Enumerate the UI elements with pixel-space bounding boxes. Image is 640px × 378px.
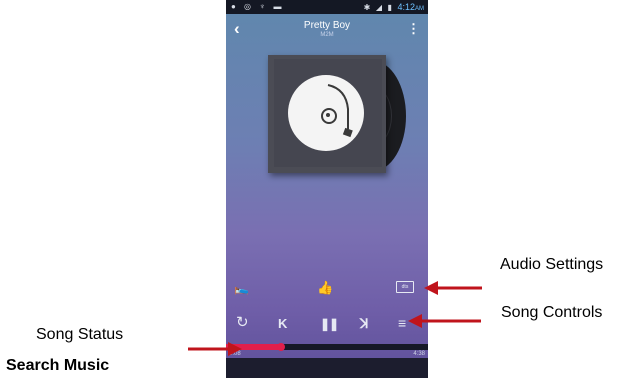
arrow-audio-settings: [424, 281, 482, 295]
phone-screen: ● ◎ ♆ ▬ ✱ ◢ ▮ 4:12AM ‹ Pretty Boy M2M ⋮: [226, 0, 428, 378]
dts-audio-settings-button[interactable]: dts: [396, 281, 414, 293]
status-time: 4:12: [397, 2, 415, 12]
previous-icon[interactable]: K: [278, 316, 287, 332]
battery-icon: ▮: [387, 3, 392, 12]
song-title: Pretty Boy: [303, 20, 351, 31]
status-notification-icons: ● ◎ ♆ ▬: [231, 2, 285, 11]
queue-icon[interactable]: ≡: [398, 315, 406, 331]
now-playing-header: ‹ Pretty Boy M2M ⋮: [226, 14, 428, 46]
repeat-icon[interactable]: ↻: [236, 315, 249, 331]
album-sleeve: [268, 55, 386, 173]
callout-search-music: Search Music: [6, 357, 110, 374]
next-icon[interactable]: ꓘ: [360, 316, 369, 332]
playback-controls: ↻ K ❚❚ ꓘ ≡: [226, 314, 428, 334]
callout-audio-settings: Audio Settings: [500, 256, 604, 273]
status-ampm: AM: [415, 6, 424, 12]
signal-icon: ◢: [375, 3, 383, 12]
thumbs-up-icon[interactable]: 👍: [317, 280, 333, 296]
callout-song-controls: Song Controls: [501, 304, 603, 321]
pause-icon[interactable]: ❚❚: [320, 316, 339, 332]
progress-knob[interactable]: [276, 343, 285, 351]
album-art: [268, 55, 406, 173]
bottom-strip: [226, 358, 428, 378]
turntable-icon: [288, 75, 364, 151]
arrow-song-status: [188, 342, 242, 356]
more-vertical-icon[interactable]: ⋮: [407, 22, 420, 36]
song-duration: 4:38: [413, 351, 425, 357]
artist-name: M2M: [320, 32, 334, 38]
sleep-timer-icon[interactable]: 🛌: [234, 280, 249, 296]
bluetooth-icon: ✱: [363, 3, 371, 12]
secondary-controls: 🛌 👍 dts: [226, 278, 428, 298]
tonearm-icon: [327, 84, 353, 138]
callout-song-status: Song Status: [36, 326, 124, 343]
status-bar: ● ◎ ♆ ▬ ✱ ◢ ▮ 4:12AM: [226, 0, 428, 14]
progress-bar[interactable]: [226, 343, 428, 351]
arrow-song-controls: [408, 314, 481, 328]
